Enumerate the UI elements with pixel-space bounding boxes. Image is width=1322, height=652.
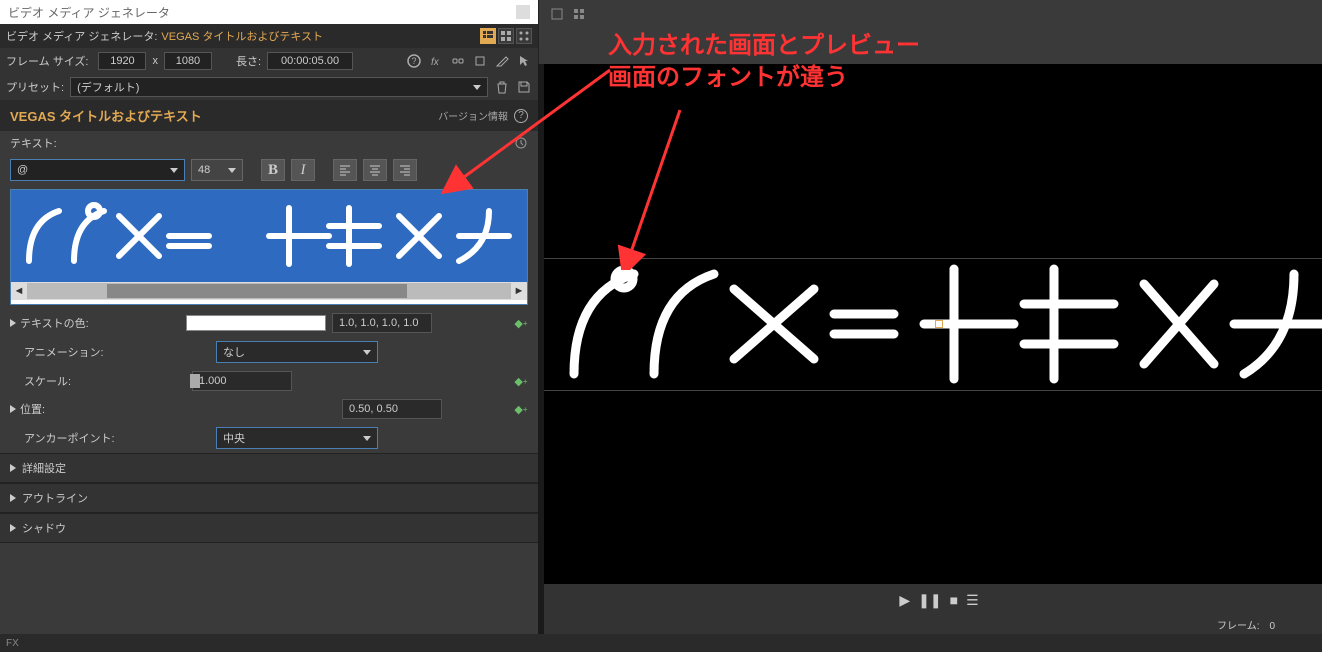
- annotation-arrow-2: [600, 100, 720, 270]
- color-swatch[interactable]: [186, 315, 326, 331]
- times-label: x: [152, 55, 158, 67]
- animation-row: アニメーション: なし: [0, 337, 538, 367]
- position-value[interactable]: [342, 399, 442, 419]
- layout-dots-icon[interactable]: [516, 28, 532, 44]
- anchor-label: アンカーポイント:: [24, 430, 115, 446]
- outline-label: アウトライン: [22, 490, 88, 506]
- shadow-section[interactable]: シャドウ: [0, 513, 538, 543]
- text-color-value[interactable]: [332, 313, 432, 333]
- plugin-title: VEGAS タイトルおよびテキスト: [10, 106, 202, 125]
- expand-icon[interactable]: [10, 405, 16, 413]
- animation-value: なし: [223, 344, 245, 360]
- scale-label: スケール:: [24, 373, 71, 389]
- expand-icon: [10, 524, 16, 532]
- transport-bar: ▶ ❚❚ ■ ☰: [544, 584, 1322, 616]
- font-name: @: [17, 164, 28, 176]
- generator-name: VEGAS タイトルおよびテキスト: [161, 28, 323, 44]
- text-label: テキスト:: [10, 135, 57, 151]
- align-right-button[interactable]: [393, 159, 417, 181]
- font-dropdown[interactable]: @: [10, 159, 185, 181]
- scroll-thumb[interactable]: [107, 284, 407, 298]
- fx-label: FX: [6, 638, 19, 649]
- align-center-button[interactable]: [363, 159, 387, 181]
- anchor-dropdown[interactable]: 中央: [216, 427, 378, 449]
- center-marker-icon: [935, 320, 943, 328]
- frame-height-input[interactable]: [164, 52, 212, 70]
- svg-text:fx: fx: [431, 57, 440, 68]
- layout-list-icon[interactable]: [480, 28, 496, 44]
- layout-grid-icon[interactable]: [498, 28, 514, 44]
- preview-toolbar-spacer: [538, 0, 1322, 64]
- length-label: 長さ:: [236, 53, 261, 69]
- help-icon[interactable]: ?: [406, 53, 422, 69]
- italic-button[interactable]: I: [291, 159, 315, 181]
- keyframe-icon[interactable]: ◆+: [514, 374, 528, 388]
- font-size-dropdown[interactable]: 48: [191, 159, 243, 181]
- chevron-down-icon: [363, 350, 371, 355]
- text-input-area[interactable]: ◄ ►: [10, 189, 528, 305]
- frame-status-value: 0: [1270, 620, 1322, 634]
- pause-button[interactable]: ❚❚: [918, 592, 941, 609]
- scale-value[interactable]: [192, 371, 292, 391]
- stop-button[interactable]: ■: [950, 592, 958, 608]
- svg-text:?: ?: [411, 56, 416, 66]
- expand-icon: [10, 464, 16, 472]
- sample-text-glyphs: [19, 196, 519, 276]
- scroll-right-icon[interactable]: ►: [511, 283, 527, 299]
- shadow-label: シャドウ: [22, 520, 66, 536]
- advanced-label: 詳細設定: [22, 460, 66, 476]
- chevron-down-icon: [363, 436, 371, 441]
- preview-tool-icon[interactable]: [549, 6, 565, 22]
- preview-grid-icon[interactable]: [571, 6, 587, 22]
- scroll-left-icon[interactable]: ◄: [11, 283, 27, 299]
- window-title: ビデオ メディア ジェネレータ: [8, 4, 170, 21]
- align-left-button[interactable]: [333, 159, 357, 181]
- annotation-arrow-1: [440, 60, 620, 200]
- horizontal-scrollbar[interactable]: ◄ ►: [11, 282, 527, 300]
- anchor-value: 中央: [223, 430, 245, 446]
- position-row: 位置: ◆+: [0, 395, 538, 423]
- animation-label: アニメーション:: [24, 344, 104, 360]
- position-label: 位置:: [20, 401, 45, 417]
- chevron-down-icon: [228, 168, 236, 173]
- keyframe-icon[interactable]: ◆+: [514, 316, 528, 330]
- frame-width-input[interactable]: [98, 52, 146, 70]
- text-color-row: テキストの色: ◆+: [0, 309, 538, 337]
- frame-status-label: フレーム:: [1217, 620, 1259, 634]
- footer-bar: FX: [0, 634, 1322, 652]
- chevron-down-icon: [170, 168, 178, 173]
- length-input[interactable]: [267, 52, 353, 70]
- animation-dropdown[interactable]: なし: [216, 341, 378, 363]
- generator-bar: ビデオ メディア ジェネレータ: VEGAS タイトルおよびテキスト: [0, 24, 538, 48]
- scale-row: スケール: ◆+: [0, 367, 538, 395]
- text-color-label: テキストの色:: [20, 315, 89, 331]
- outline-section[interactable]: アウトライン: [0, 483, 538, 513]
- expand-icon: [10, 494, 16, 502]
- preset-label: プリセット:: [6, 79, 64, 95]
- preset-value: (デフォルト): [77, 79, 139, 95]
- generator-bar-label: ビデオ メディア ジェネレータ:: [6, 28, 157, 44]
- font-size: 48: [198, 164, 210, 176]
- preset-dropdown[interactable]: (デフォルト): [70, 77, 488, 97]
- anchor-row: アンカーポイント: 中央: [0, 423, 538, 453]
- advanced-section[interactable]: 詳細設定: [0, 453, 538, 483]
- play-button[interactable]: ▶: [899, 592, 910, 609]
- keyframe-icon[interactable]: ◆+: [514, 402, 528, 416]
- expand-icon[interactable]: [10, 319, 16, 327]
- menu-icon[interactable]: ☰: [966, 592, 979, 609]
- frame-size-label: フレーム サイズ:: [6, 53, 88, 69]
- close-icon[interactable]: [516, 5, 530, 19]
- bold-button[interactable]: B: [261, 159, 285, 181]
- window-titlebar: ビデオ メディア ジェネレータ: [0, 0, 538, 24]
